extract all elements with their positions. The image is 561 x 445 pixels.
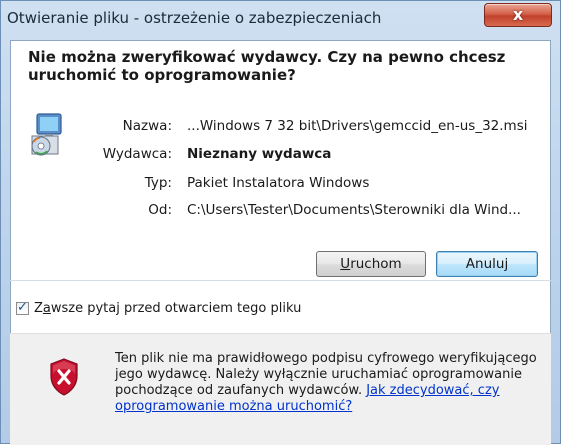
- warning-heading-line1: Nie można zweryfikować wydawcy. Czy na p…: [28, 48, 506, 66]
- detail-value-publisher: Nieznany wydawca: [187, 146, 332, 162]
- installer-package-icon: [31, 113, 62, 156]
- detail-label-publisher: Wydawca:: [102, 146, 172, 162]
- title-bar[interactable]: Otwieranie pliku - ostrzeżenie o zabezpi…: [1, 1, 561, 37]
- divider: [10, 280, 551, 281]
- checkmark-icon: ✓: [17, 300, 28, 315]
- detail-value-name: ...Windows 7 32 bit\Drivers\gemccid_en-u…: [187, 118, 528, 134]
- cancel-button[interactable]: Anuluj: [436, 251, 538, 277]
- warning-heading: Nie można zweryfikować wydawcy. Czy na p…: [28, 48, 538, 84]
- detail-label-from: Od:: [148, 202, 172, 218]
- run-button[interactable]: Uruchom: [316, 251, 426, 277]
- detail-value-from: C:\Users\Tester\Documents\Sterowniki dla…: [187, 202, 521, 218]
- footer-message: Ten plik nie ma prawidłowego podpisu cyf…: [115, 351, 540, 415]
- run-label: ruchom: [350, 256, 402, 272]
- close-icon: x: [512, 5, 524, 24]
- warning-heading-line2: uruchomić to oprogramowanie?: [28, 66, 296, 84]
- always-ask-accelerator: a: [42, 301, 51, 316]
- always-ask-label-start: Z: [34, 301, 43, 316]
- window-title: Otwieranie pliku - ostrzeżenie o zabezpi…: [7, 9, 382, 27]
- security-shield-icon: [50, 358, 78, 396]
- run-accelerator: U: [340, 256, 351, 272]
- close-button[interactable]: x: [484, 3, 552, 27]
- detail-label-name: Nazwa:: [122, 118, 172, 134]
- detail-value-type: Pakiet Instalatora Windows: [187, 175, 370, 191]
- always-ask-label-rest: wsze pytaj przed otwarciem tego pliku: [50, 301, 302, 316]
- always-ask-checkbox[interactable]: ✓: [16, 300, 29, 315]
- always-ask-label[interactable]: Zawsze pytaj przed otwarciem tego pliku: [34, 301, 301, 316]
- detail-label-type: Typ:: [144, 175, 172, 191]
